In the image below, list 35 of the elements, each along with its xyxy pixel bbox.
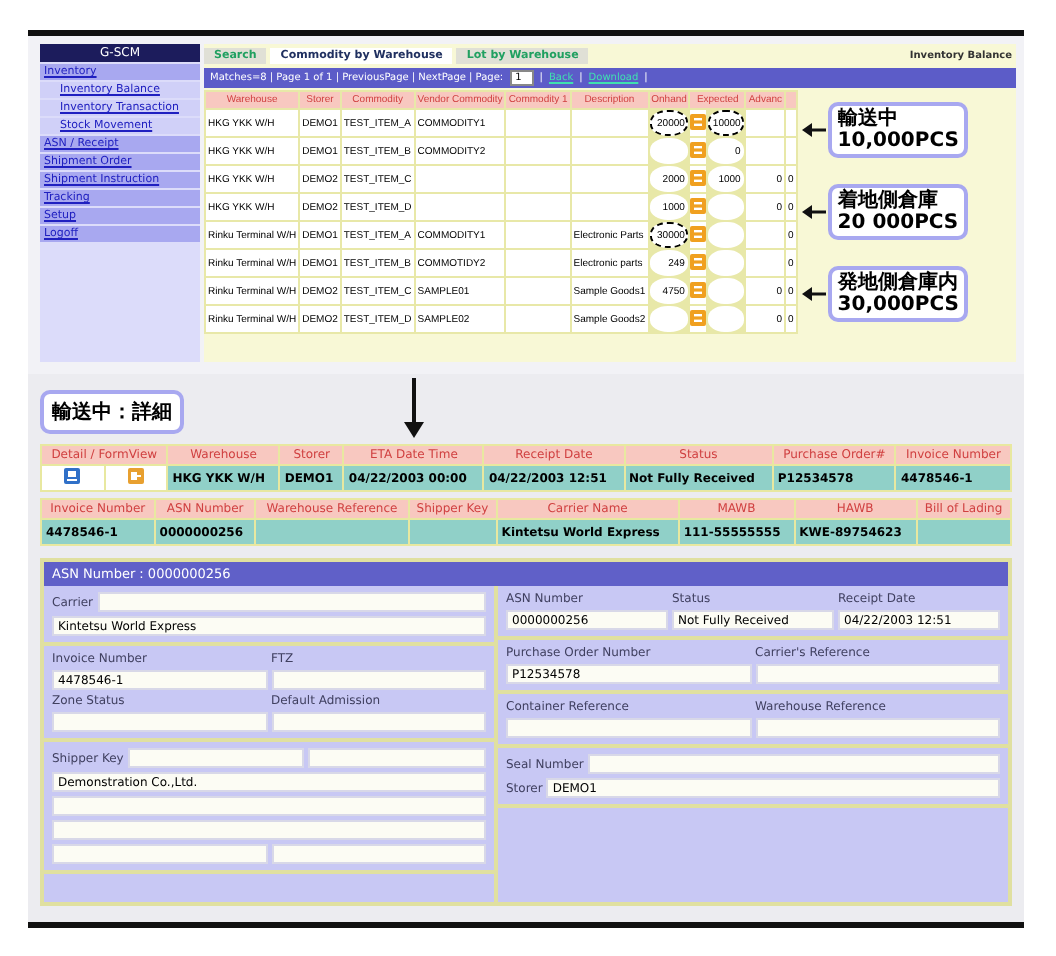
form-icon[interactable]	[127, 468, 144, 484]
pointer-arrow	[801, 203, 826, 220]
list-icon[interactable]	[690, 281, 707, 297]
callout-text: 発地側倉庫内	[837, 271, 959, 294]
down-arrow	[404, 378, 424, 438]
input-field[interactable]	[587, 754, 1000, 774]
input-field[interactable]	[97, 592, 486, 612]
list-icon[interactable]	[690, 113, 707, 129]
callout: 輸送中：詳細	[40, 390, 184, 434]
callout-text: 10,000PCS	[837, 130, 959, 153]
input-field[interactable]	[52, 796, 486, 816]
document-icon[interactable]	[64, 468, 81, 484]
input-field[interactable]	[52, 820, 486, 840]
list-icon[interactable]	[690, 309, 707, 325]
input-field[interactable]	[127, 748, 305, 768]
input-field[interactable]	[271, 844, 486, 864]
input-field[interactable]	[308, 748, 486, 768]
input-field[interactable]	[52, 712, 267, 732]
input-field[interactable]	[52, 844, 267, 864]
callout-text: 20 000PCS	[837, 211, 959, 234]
input-field[interactable]	[271, 670, 486, 690]
pointer-arrow	[801, 122, 826, 139]
list-icon[interactable]	[690, 141, 707, 157]
input-field[interactable]	[271, 712, 486, 732]
pointer-arrow	[801, 285, 826, 302]
input-field[interactable]	[506, 718, 751, 738]
list-icon[interactable]	[690, 253, 707, 269]
list-icon[interactable]	[690, 169, 707, 185]
callout-text: 着地側倉庫	[837, 189, 940, 212]
list-icon[interactable]	[690, 197, 707, 213]
input-field[interactable]	[755, 664, 1000, 684]
input-field[interactable]	[755, 718, 1000, 738]
list-icon[interactable]	[690, 225, 707, 241]
callout-text: 30,000PCS	[837, 293, 959, 316]
callout-text: 輸送中	[837, 108, 900, 131]
